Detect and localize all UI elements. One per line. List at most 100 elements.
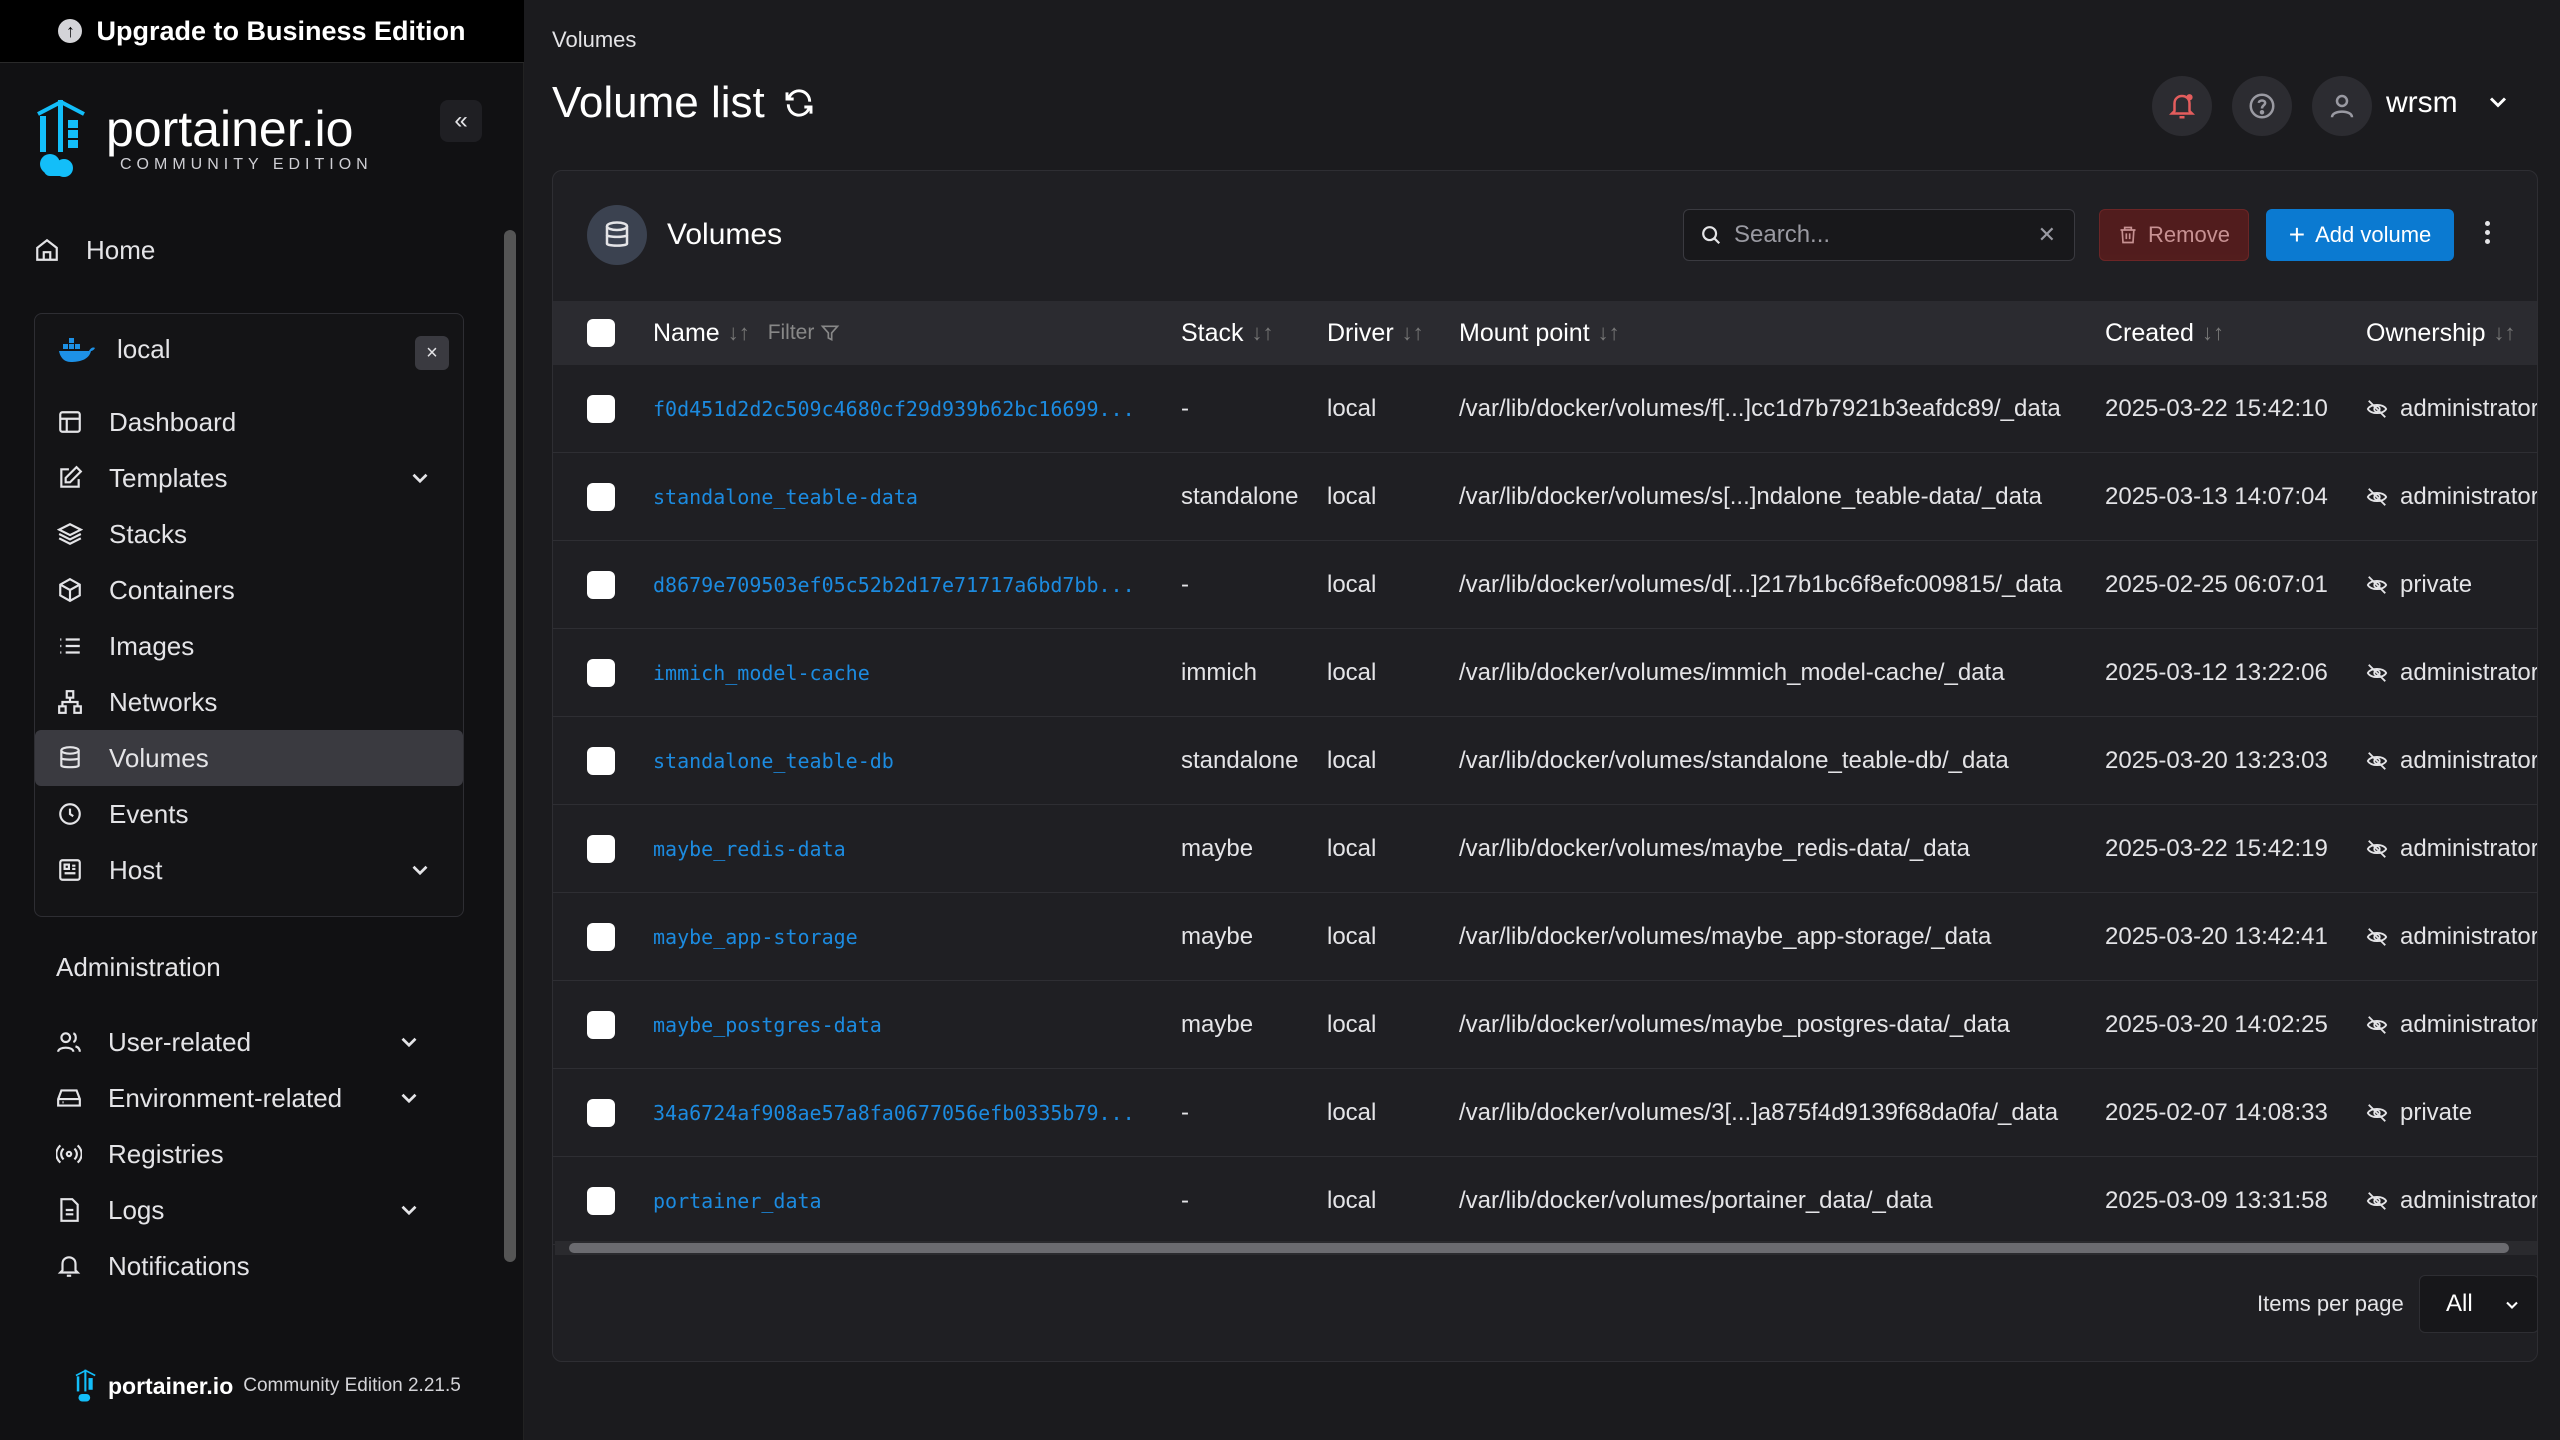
notifications-button[interactable]	[2152, 76, 2212, 136]
volume-name-link[interactable]: standalone_teable-data	[653, 453, 1173, 541]
column-label: Driver	[1327, 318, 1394, 347]
sidebar-item-label: Stacks	[109, 518, 188, 549]
user-avatar[interactable]	[2312, 76, 2372, 136]
driver-cell: local	[1327, 571, 1377, 598]
database-icon	[587, 205, 647, 265]
home-icon	[36, 238, 58, 261]
stack-cell: immich	[1181, 659, 1257, 686]
box-icon	[59, 577, 81, 603]
clear-search-icon[interactable]: ✕	[2038, 222, 2056, 248]
column-driver[interactable]: Driver ↓↑	[1327, 301, 1424, 365]
user-name[interactable]: wrsm	[2386, 86, 2458, 120]
upgrade-banner[interactable]: ↑ Upgrade to Business Edition	[0, 0, 524, 63]
column-created[interactable]: Created ↓↑	[2105, 301, 2224, 365]
sidebar-item-containers[interactable]: Containers	[35, 562, 463, 618]
select-all-checkbox[interactable]	[587, 319, 615, 347]
volume-name-link[interactable]: d8679e709503ef05c52b2d17e71717a6bd7bb...	[653, 541, 1173, 629]
sidebar-item-label: Volumes	[109, 742, 209, 773]
sidebar-item-host[interactable]: Host	[35, 842, 463, 898]
network-icon	[58, 690, 82, 714]
mount-point-cell: /var/lib/docker/volumes/s[...]ndalone_te…	[1459, 483, 2043, 510]
ownership-cell: administrators	[2366, 365, 2537, 453]
ownership-label: administrators	[2400, 747, 2538, 774]
table-row: f0d451d2d2c509c4680cf29d939b62bc16699...…	[553, 365, 2537, 453]
table-row: immich_model-cache immich local/var/lib/do…	[553, 629, 2537, 717]
horizontal-scrollbar[interactable]	[555, 1241, 2537, 1255]
add-volume-button[interactable]: + Add volume	[2266, 209, 2454, 261]
portainer-logo[interactable]: portainer.io COMMUNITY EDITION	[34, 96, 373, 182]
collapse-sidebar-button[interactable]: «	[440, 100, 482, 142]
stack-cell: -	[1181, 395, 1189, 422]
row-checkbox[interactable]	[587, 747, 615, 775]
mount-point-cell: /var/lib/docker/volumes/standalone_teabl…	[1459, 747, 2009, 774]
dashboard-icon	[59, 411, 81, 433]
table-row: standalone_teable-data standalone local/va…	[553, 453, 2538, 541]
close-icon: ×	[426, 341, 438, 364]
ownership-cell: administrators	[2366, 893, 2538, 981]
sidebar-scrollbar[interactable]	[504, 230, 516, 1262]
volume-name-link[interactable]: maybe_redis-data	[653, 805, 1173, 893]
row-checkbox[interactable]	[587, 835, 615, 863]
layers-icon	[57, 523, 83, 545]
sidebar-item-networks[interactable]: Networks	[35, 674, 463, 730]
sidebar-item-events[interactable]: Events	[35, 786, 463, 842]
ownership-label: administrators	[2400, 923, 2538, 950]
row-checkbox[interactable]	[587, 483, 615, 511]
help-button[interactable]	[2232, 76, 2292, 136]
sidebar-item-logs[interactable]: Logs	[56, 1184, 446, 1236]
volume-name-link[interactable]: portainer_data	[653, 1157, 1173, 1245]
portainer-logo-icon	[37, 99, 85, 177]
volume-name-link[interactable]: maybe_app-storage	[653, 893, 1173, 981]
plus-icon: +	[2288, 219, 2306, 250]
close-environment-button[interactable]: ×	[415, 336, 449, 370]
eye-off-icon	[2366, 664, 2388, 682]
more-options-icon[interactable]	[2483, 221, 2491, 244]
sidebar-item-registries[interactable]: Registries	[56, 1128, 446, 1180]
column-mount-point[interactable]: Mount point ↓↑	[1459, 301, 1620, 365]
volume-name-link[interactable]: immich_model-cache	[653, 629, 1173, 717]
ownership-label: administrators	[2400, 483, 2538, 510]
sidebar-item-label: Images	[109, 630, 195, 661]
stack-cell: standalone	[1181, 747, 1299, 774]
column-stack[interactable]: Stack ↓↑	[1181, 301, 1274, 365]
remove-button[interactable]: Remove	[2099, 209, 2249, 261]
sidebar-item-templates[interactable]: Templates	[35, 450, 463, 506]
row-checkbox[interactable]	[587, 395, 615, 423]
row-checkbox[interactable]	[587, 1099, 615, 1127]
volume-name-link[interactable]: maybe_postgres-data	[653, 981, 1173, 1069]
volume-name-link[interactable]: 34a6724af908ae57a8fa0677056efb0335b79...	[653, 1069, 1173, 1157]
row-checkbox[interactable]	[587, 923, 615, 951]
column-ownership[interactable]: Ownership ↓↑	[2366, 301, 2516, 365]
sidebar-item-label: Events	[109, 798, 189, 829]
created-cell: 2025-02-07 14:08:33	[2105, 1099, 2328, 1126]
breadcrumb: Volumes	[552, 27, 637, 52]
sidebar-item-environment-related[interactable]: Environment-related	[56, 1072, 446, 1124]
row-checkbox[interactable]	[587, 659, 615, 687]
sidebar-item-stacks[interactable]: Stacks	[35, 506, 463, 562]
environment-name: local	[117, 334, 171, 364]
sidebar-item-volumes[interactable]: Volumes	[35, 730, 463, 786]
sidebar-item-home[interactable]: Home	[34, 224, 155, 276]
volume-name-link[interactable]: f0d451d2d2c509c4680cf29d939b62bc16699...	[653, 365, 1173, 453]
sidebar-item-label: Dashboard	[109, 406, 237, 437]
search-input[interactable]	[1734, 221, 2034, 249]
sidebar-item-notifications[interactable]: Notifications	[56, 1240, 446, 1292]
row-checkbox[interactable]	[587, 1187, 615, 1215]
ownership-cell: private	[2366, 1069, 2537, 1157]
volume-name-link[interactable]: standalone_teable-db	[653, 717, 1173, 805]
sidebar-item-dashboard[interactable]: Dashboard	[35, 394, 463, 450]
sidebar-item-user-related[interactable]: User-related	[56, 1016, 446, 1068]
stack-cell: maybe	[1181, 923, 1254, 950]
row-checkbox[interactable]	[587, 571, 615, 599]
column-name[interactable]: Name ↓↑ Filter	[653, 301, 840, 365]
ownership-label: administrators	[2400, 1011, 2538, 1038]
scrollbar-thumb[interactable]	[569, 1243, 2509, 1253]
sidebar-item-label: User-related	[108, 1026, 252, 1057]
ownership-label: administrators	[2400, 1187, 2538, 1214]
items-per-page-select[interactable]: All	[2419, 1275, 2537, 1333]
sidebar-item-images[interactable]: Images	[35, 618, 463, 674]
filter-button[interactable]: Filter	[768, 321, 841, 345]
refresh-icon[interactable]	[783, 87, 815, 119]
chevron-down-icon[interactable]	[2484, 88, 2512, 116]
row-checkbox[interactable]	[587, 1011, 615, 1039]
